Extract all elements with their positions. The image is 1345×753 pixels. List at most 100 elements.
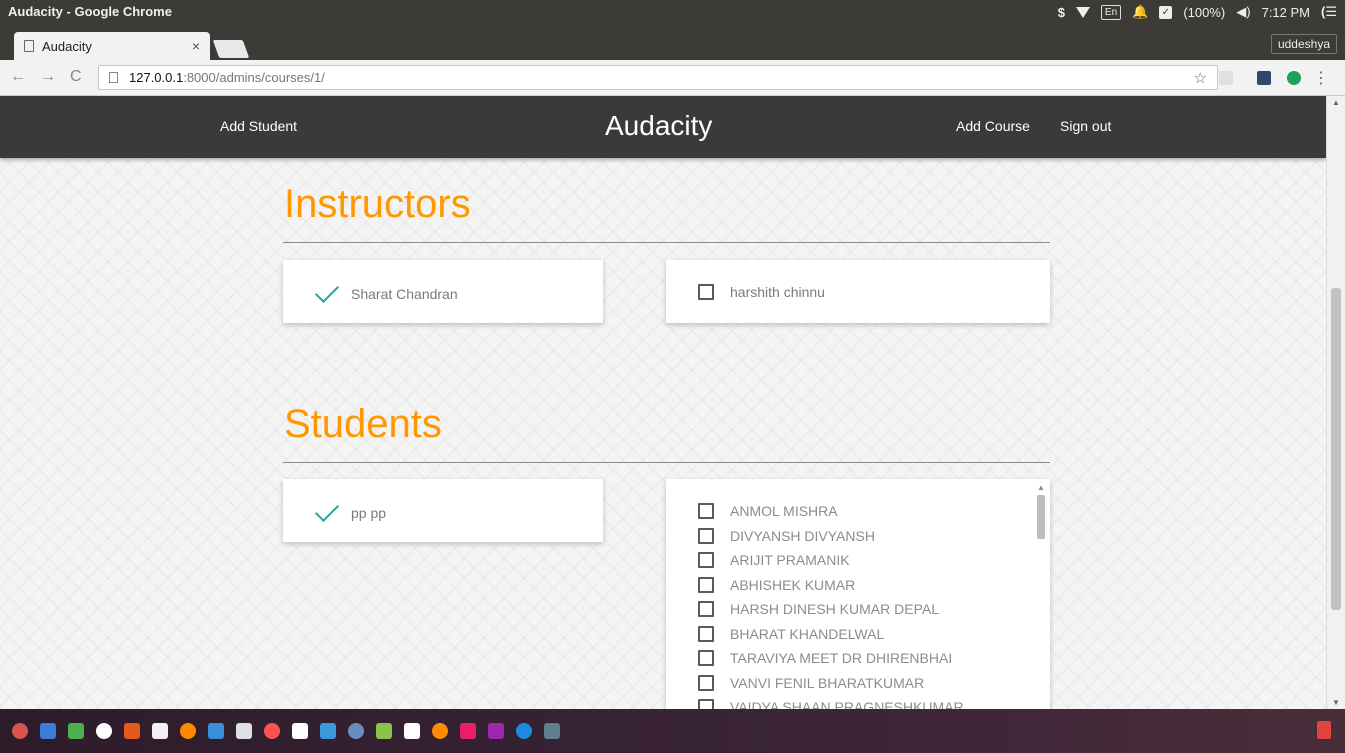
checkbox-icon[interactable]	[698, 650, 714, 667]
dock-app-icon[interactable]	[180, 723, 196, 739]
dock-app-icon[interactable]	[460, 723, 476, 739]
page-scrollbar[interactable]: ▲ ▼	[1326, 96, 1345, 709]
page-viewport: Add Student Audacity Add Course Sign out…	[0, 96, 1345, 709]
wifi-icon[interactable]	[1075, 6, 1090, 18]
instructor-name: harshith chinnu	[730, 284, 825, 300]
add-course-link[interactable]: Add Course	[956, 118, 1030, 134]
student-list-item[interactable]: BHARAT KHANDELWAL	[698, 622, 964, 647]
checkmark-icon	[314, 278, 340, 304]
clock[interactable]: 7:12 PM	[1262, 5, 1310, 20]
address-bar[interactable]: 127.0.0.1:8000/admins/courses/1/	[98, 65, 1218, 90]
dock-app-icon[interactable]	[292, 723, 308, 739]
dock-app-icon[interactable]	[68, 723, 84, 739]
dock-app-icon[interactable]	[544, 723, 560, 739]
students-divider	[283, 462, 1050, 463]
student-list-item[interactable]: VANVI FENIL BHARATKUMAR	[698, 671, 964, 696]
student-rows: ANMOL MISHRA DIVYANSH DIVYANSH ARIJIT PRAM…	[698, 499, 964, 709]
page-scroll-thumb[interactable]	[1331, 288, 1341, 610]
dock-app-icon[interactable]	[152, 723, 168, 739]
os-titlebar: Audacity - Google Chrome $ En 🔔 ✓ (100%)…	[0, 0, 1345, 28]
dock-app-icon[interactable]	[320, 723, 336, 739]
checkbox-icon[interactable]	[698, 674, 714, 691]
battery-icon[interactable]: ✓	[1159, 5, 1173, 19]
site-navbar: Add Student Audacity Add Course Sign out	[0, 96, 1326, 158]
brand-logo[interactable]: Audacity	[605, 110, 712, 142]
dock-app-icon[interactable]	[208, 723, 224, 739]
back-arrow-icon[interactable]: ←	[10, 68, 26, 86]
tab-strip: Audacity × uddeshya	[0, 28, 1345, 60]
dock-app-icon[interactable]	[404, 723, 420, 739]
page-info-icon[interactable]	[109, 72, 118, 83]
checkbox-icon[interactable]	[698, 284, 714, 300]
dock-app-icon[interactable]	[40, 723, 56, 739]
close-tab-icon[interactable]: ×	[192, 38, 200, 54]
student-name: HARSH DINESH KUMAR DEPAL	[730, 601, 940, 618]
url-path: :8000/admins/courses/1/	[183, 70, 325, 85]
student-list-item[interactable]: HARSH DINESH KUMAR DEPAL	[698, 597, 964, 622]
notification-bell-icon[interactable]: 🔔	[1132, 4, 1148, 20]
student-list-item[interactable]: VAIDYA SHAAN PRAGNESHKUMAR	[698, 695, 964, 709]
available-students-list[interactable]: ANMOL MISHRA DIVYANSH DIVYANSH ARIJIT PRAM…	[666, 479, 1050, 709]
dock-app-icon[interactable]	[264, 723, 280, 739]
list-scroll-thumb[interactable]	[1037, 495, 1045, 539]
student-list-item[interactable]: ANMOL MISHRA	[698, 499, 964, 524]
student-name: VAIDYA SHAAN PRAGNESHKUMAR	[730, 699, 964, 709]
new-tab-button[interactable]	[212, 40, 250, 58]
chrome-menu-icon[interactable]: ⋮	[1313, 68, 1329, 88]
list-scrollbar[interactable]: ▲	[1036, 483, 1046, 709]
assigned-student-item[interactable]: pp pp	[313, 497, 387, 527]
student-name: pp pp	[351, 505, 387, 521]
assigned-instructor-item[interactable]: Sharat Chandran	[313, 278, 458, 308]
scroll-up-arrow-icon[interactable]: ▲	[1037, 483, 1045, 492]
student-list-item[interactable]: ARIJIT PRAMANIK	[698, 548, 964, 573]
scroll-up-arrow-icon[interactable]: ▲	[1332, 98, 1340, 107]
launcher-dock	[0, 709, 1345, 753]
sign-out-link[interactable]: Sign out	[1060, 118, 1111, 134]
keyboard-layout-indicator[interactable]: En	[1100, 4, 1122, 20]
profile-button[interactable]: uddeshya	[1270, 34, 1337, 54]
toolbar: ← → C 127.0.0.1:8000/admins/courses/1/ ☆…	[0, 60, 1345, 96]
trash-icon[interactable]	[1317, 721, 1331, 739]
sync-icon[interactable]: $	[1058, 5, 1065, 20]
assigned-students-card: pp pp	[283, 479, 603, 542]
checkbox-icon[interactable]	[698, 699, 714, 709]
speaker-icon[interactable]: ◀)	[1236, 4, 1250, 20]
checkbox-icon[interactable]	[698, 625, 714, 642]
dock-app-icon[interactable]	[236, 723, 252, 739]
dock-app-icon[interactable]	[12, 723, 28, 739]
checkbox-icon[interactable]	[698, 552, 714, 569]
session-menu-icon[interactable]: (☰	[1321, 4, 1337, 20]
checkbox-icon[interactable]	[698, 601, 714, 618]
extension-icon[interactable]	[1257, 71, 1271, 85]
browser-tab[interactable]: Audacity ×	[14, 32, 210, 60]
student-list-item[interactable]: TARAVIYA MEET DR DHIRENBHAI	[698, 646, 964, 671]
reload-icon[interactable]: C	[70, 68, 82, 86]
shield-extension-icon[interactable]	[1219, 71, 1233, 85]
students-heading: Students	[284, 402, 442, 446]
available-instructor-item[interactable]: harshith chinnu	[698, 284, 825, 300]
add-student-link[interactable]: Add Student	[220, 118, 297, 134]
grammarly-extension-icon[interactable]	[1287, 71, 1301, 85]
student-name: ARIJIT PRAMANIK	[730, 552, 850, 569]
forward-arrow-icon[interactable]: →	[40, 68, 56, 86]
assigned-instructors-card: Sharat Chandran	[283, 260, 603, 323]
dock-app-icon[interactable]	[348, 723, 364, 739]
checkbox-icon[interactable]	[698, 503, 714, 520]
dock-app-icon[interactable]	[432, 723, 448, 739]
student-list-item[interactable]: ABHISHEK KUMAR	[698, 573, 964, 598]
dock-app-icon[interactable]	[516, 723, 532, 739]
checkmark-icon	[314, 497, 340, 523]
student-name: TARAVIYA MEET DR DHIRENBHAI	[730, 650, 953, 667]
student-list-item[interactable]: DIVYANSH DIVYANSH	[698, 524, 964, 549]
dock-app-icon[interactable]	[488, 723, 504, 739]
dock-app-icon[interactable]	[96, 723, 112, 739]
dock-app-icon[interactable]	[376, 723, 392, 739]
dock-app-icon[interactable]	[124, 723, 140, 739]
scroll-down-arrow-icon[interactable]: ▼	[1332, 698, 1340, 707]
student-name: VANVI FENIL BHARATKUMAR	[730, 674, 925, 691]
instructors-divider	[283, 242, 1050, 243]
checkbox-icon[interactable]	[698, 576, 714, 593]
student-name: ANMOL MISHRA	[730, 503, 838, 520]
bookmark-star-icon[interactable]: ☆	[1194, 69, 1207, 87]
checkbox-icon[interactable]	[698, 527, 714, 544]
